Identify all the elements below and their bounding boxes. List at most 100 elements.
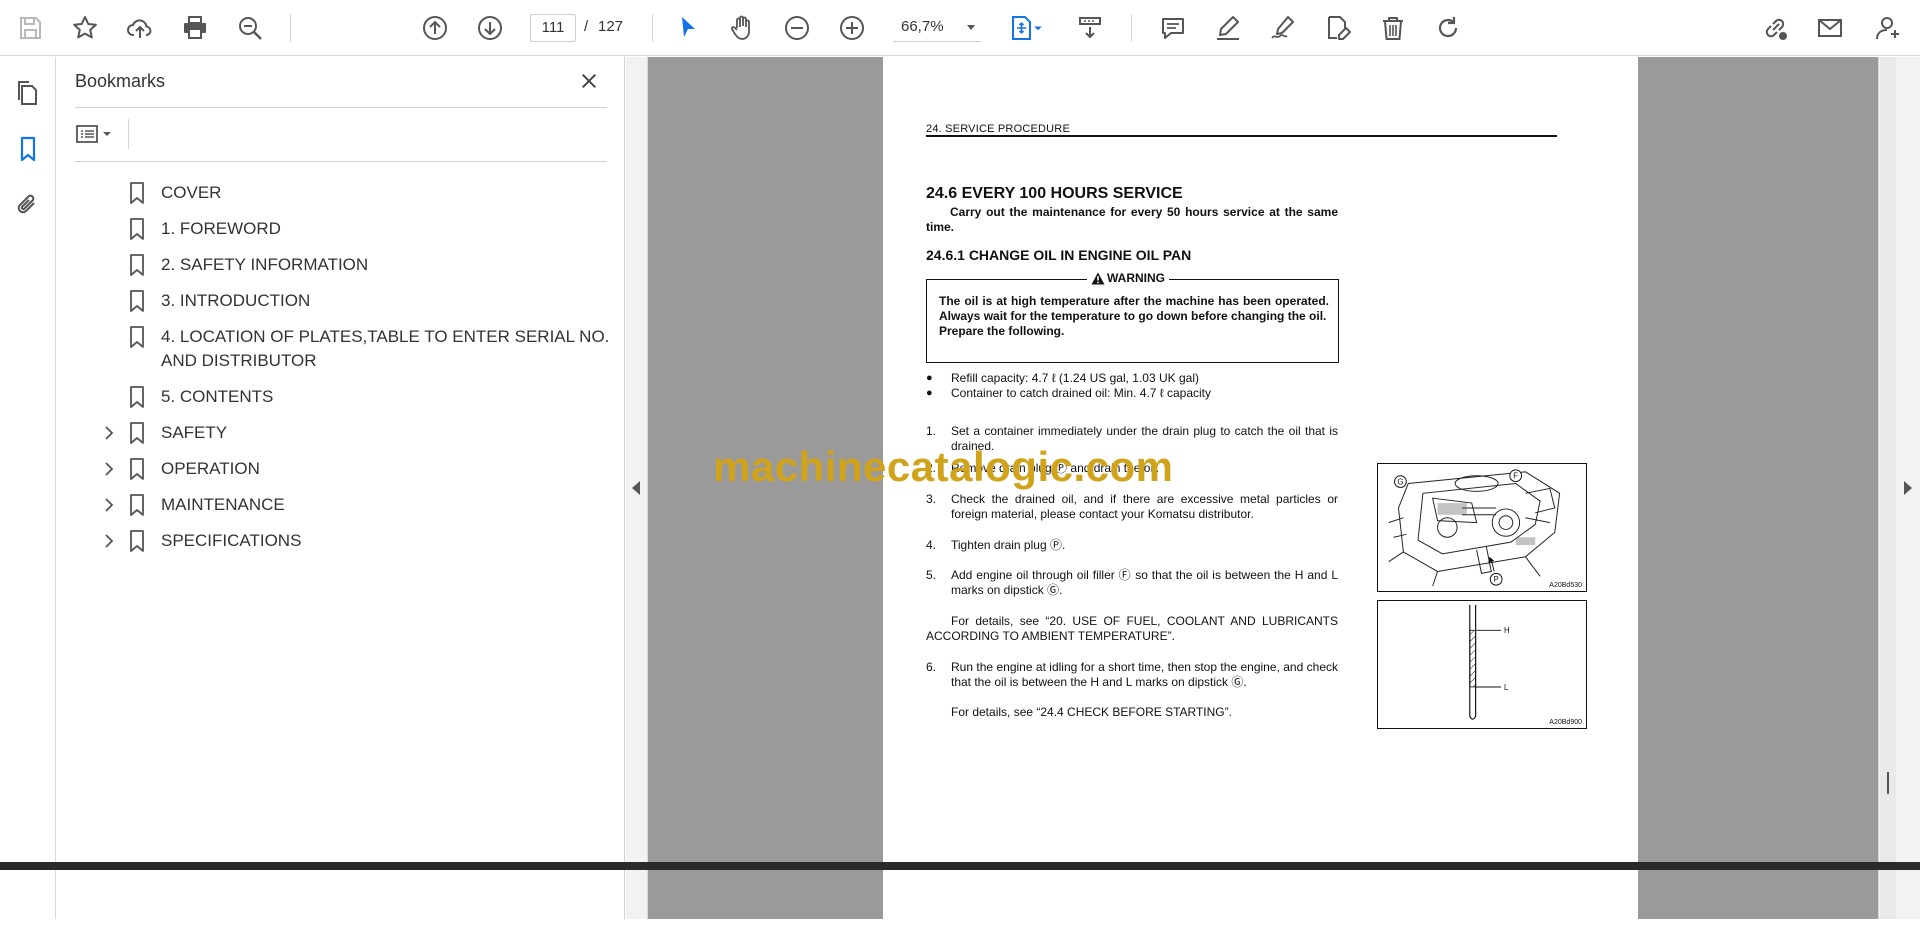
warning-title-text: WARNING (1107, 271, 1165, 285)
bookmark-options-button[interactable] (75, 119, 123, 149)
scroll-mode-icon[interactable] (1072, 10, 1108, 46)
page-number-input[interactable]: 111 (530, 14, 576, 42)
rotate-icon[interactable] (1430, 10, 1466, 46)
next-page-icon[interactable] (472, 10, 508, 46)
bookmark-panel-icon[interactable] (10, 131, 46, 167)
zoom-level-select[interactable]: 66,7% (893, 14, 981, 42)
close-icon[interactable] (575, 67, 603, 95)
warning-title: WARNING (1087, 271, 1169, 285)
engine-figure: G F P A20Bd530 (1377, 463, 1587, 592)
select-cursor-icon[interactable] (670, 10, 706, 46)
step-6: 6. Run the engine at idling for a short t… (926, 660, 1338, 689)
print-icon[interactable] (177, 10, 213, 46)
bookmark-label: SAFETY (161, 423, 228, 442)
warning-body: The oil is at high temperature after the… (939, 294, 1329, 323)
delete-icon[interactable] (1375, 10, 1411, 46)
panel-title: Bookmarks (75, 71, 166, 91)
warning-prepare: Prepare the following. (939, 324, 1065, 338)
chevron-right-icon[interactable] (87, 457, 117, 481)
bookmark-operation[interactable]: OPERATION (57, 451, 625, 487)
highlight-pen-icon[interactable] (1210, 10, 1246, 46)
dipstick-label-h: H (1504, 626, 1510, 635)
bookmark-label: SPECIFICATIONS (161, 531, 302, 550)
bookmark-icon (121, 253, 153, 277)
bookmark-icon (121, 181, 153, 205)
account-icon[interactable] (1870, 10, 1906, 46)
bottom-bar (0, 862, 1920, 870)
bookmark-icon (121, 385, 153, 409)
figure-label-g: G (1397, 478, 1403, 487)
chevron-right-icon[interactable] (87, 493, 117, 517)
bookmark-safety-information[interactable]: 2. SAFETY INFORMATION (57, 247, 625, 283)
expand-right-arrow-icon[interactable] (1904, 481, 1912, 495)
bookmark-maintenance[interactable]: MAINTENANCE (57, 487, 625, 523)
zoom-level-value: 66,7% (901, 18, 944, 35)
hand-tool-icon[interactable] (724, 10, 760, 46)
figure-code: A20Bd900 (1549, 719, 1582, 726)
figure-label-f: F (1513, 472, 1518, 481)
attachments-paperclip-icon[interactable] (10, 187, 46, 223)
step-4: 4. Tighten drain plug Ⓟ. (926, 538, 1066, 552)
zoom-out-icon[interactable] (779, 10, 815, 46)
requirements-list: ● Refill capacity: 4.7 ℓ (1.24 US gal, 1.… (926, 371, 1356, 401)
star-icon[interactable] (67, 10, 103, 46)
bookmark-location-of-plates[interactable]: 4. LOCATION OF PLATES,TABLE TO ENTER SER… (57, 319, 625, 379)
bookmark-foreword[interactable]: 1. FOREWORD (57, 211, 625, 247)
warning-box: WARNING The oil is at high temperature a… (926, 271, 1339, 363)
dipstick-label-l: L (1504, 683, 1509, 692)
section-intro: Carry out the maintenance for every 50 h… (926, 205, 1338, 234)
page-total: 127 (598, 18, 624, 35)
bookmark-icon (121, 457, 153, 481)
edit-pdf-icon[interactable] (1320, 10, 1356, 46)
warning-text: The oil is at high temperature after the… (939, 294, 1329, 339)
save-icon[interactable] (12, 10, 48, 46)
dipstick-figure: H L A20Bd900 (1377, 600, 1587, 729)
bookmark-icon (121, 529, 153, 553)
bookmark-introduction[interactable]: 3. INTRODUCTION (57, 283, 625, 319)
figure-label-p: P (1494, 575, 1499, 584)
details-check: For details, see “24.4 CHECK BEFORE STAR… (951, 705, 1232, 719)
chevron-down-icon (967, 25, 975, 30)
step-5: 5. Add engine oil through oil filler Ⓕ so… (926, 568, 1338, 597)
bookmark-list: COVER 1. FOREWORD 2. SAFETY INFORMATION … (57, 175, 625, 559)
draw-freehand-icon[interactable] (1265, 10, 1301, 46)
email-icon[interactable] (1812, 10, 1848, 46)
page-thumbnails-icon[interactable] (10, 75, 46, 111)
subsection-heading: 24.6.1 CHANGE OIL IN ENGINE OIL PAN (926, 247, 1192, 263)
page-header: 24. SERVICE PROCEDURE (926, 123, 1070, 135)
main-toolbar: 111 / 127 66,7% (0, 0, 1920, 56)
share-link-icon[interactable] (1757, 10, 1793, 46)
page-separator: / (584, 18, 589, 35)
previous-page-icon[interactable] (417, 10, 453, 46)
chevron-right-icon[interactable] (87, 421, 117, 445)
bookmark-icon (121, 217, 153, 241)
bookmark-label: MAINTENANCE (161, 495, 285, 514)
bookmark-icon (121, 493, 153, 517)
bookmark-label: 3. INTRODUCTION (161, 291, 311, 310)
zoom-in-icon[interactable] (834, 10, 870, 46)
bookmark-icon (121, 325, 153, 349)
comment-icon[interactable] (1155, 10, 1191, 46)
figure-code: A20Bd530 (1549, 582, 1582, 589)
bookmark-specifications[interactable]: SPECIFICATIONS (57, 523, 625, 559)
cloud-upload-icon[interactable] (122, 10, 158, 46)
bookmark-cover[interactable]: COVER (57, 175, 625, 211)
list-item: ● Container to catch drained oil: Min. 4.… (926, 386, 1212, 400)
bookmark-label: 5. CONTENTS (161, 387, 274, 406)
collapse-left-arrow-icon[interactable] (632, 481, 640, 495)
scrollbar-thumb[interactable] (1887, 772, 1889, 794)
bookmark-contents[interactable]: 5. CONTENTS (57, 379, 625, 415)
engine-drawing: G F P (1388, 469, 1561, 587)
bookmark-safety[interactable]: SAFETY (57, 415, 625, 451)
chevron-right-icon[interactable] (87, 529, 117, 553)
list-options-icon (76, 125, 111, 143)
list-item: ● Refill capacity: 4.7 ℓ (1.24 US gal, 1.… (926, 371, 1199, 385)
bookmark-icon (121, 289, 153, 313)
watermark: machinecatalogic.com (713, 443, 1174, 490)
zoom-search-icon[interactable] (232, 10, 268, 46)
bookmark-label: OPERATION (161, 459, 260, 478)
bookmark-label: COVER (161, 183, 222, 202)
dipstick-drawing: H L (1469, 604, 1510, 720)
fit-options-chevron-icon[interactable] (1030, 10, 1046, 46)
navigation-rail (0, 57, 56, 919)
